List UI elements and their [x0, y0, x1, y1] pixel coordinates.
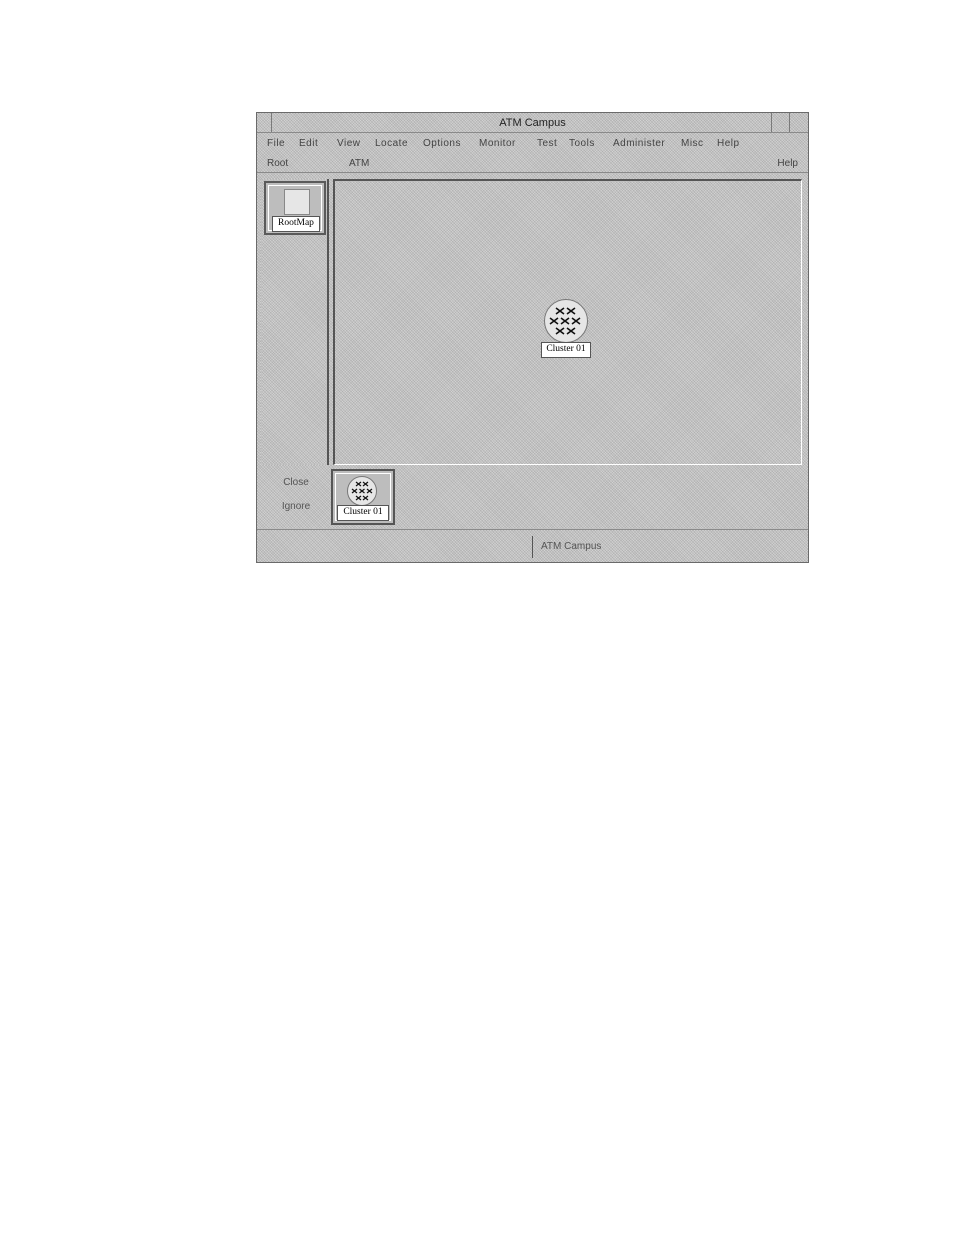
- window-title: ATM Campus: [499, 117, 566, 129]
- menu-test[interactable]: Test: [537, 138, 557, 149]
- breadcrumb-root[interactable]: Root: [267, 158, 288, 169]
- tray-item-cluster[interactable]: Cluster 01: [331, 469, 395, 525]
- menu-options[interactable]: Options: [423, 138, 461, 149]
- menu-file[interactable]: File: [267, 138, 285, 149]
- menu-administer[interactable]: Administer: [613, 138, 665, 149]
- cluster-label: Cluster 01: [541, 342, 591, 358]
- path-bar: Root ATM Help: [257, 153, 808, 173]
- breadcrumb-atm[interactable]: ATM: [349, 158, 369, 169]
- status-left: [261, 536, 533, 558]
- atm-switch-icon: [549, 307, 581, 335]
- tree-node-label: RootMap: [272, 216, 320, 232]
- tree-node-rootmap[interactable]: RootMap: [264, 181, 326, 235]
- title-bar[interactable]: ATM Campus: [257, 113, 808, 133]
- menu-view[interactable]: View: [337, 138, 361, 149]
- menu-edit[interactable]: Edit: [299, 138, 318, 149]
- minimize-button[interactable]: [771, 113, 790, 132]
- ignore-button[interactable]: Ignore: [271, 501, 321, 512]
- menu-help[interactable]: Help: [717, 138, 740, 149]
- cluster-symbol[interactable]: Cluster 01: [541, 299, 591, 369]
- menu-misc[interactable]: Misc: [681, 138, 704, 149]
- atm-switch-icon: [351, 481, 373, 501]
- menu-bar: File Edit View Locate Options Monitor Te…: [257, 133, 808, 153]
- status-right: ATM Campus: [541, 541, 602, 552]
- tree-panel: RootMap: [261, 179, 329, 465]
- map-icon: [284, 189, 310, 215]
- menu-monitor[interactable]: Monitor: [479, 138, 516, 149]
- menu-tools[interactable]: Tools: [569, 138, 595, 149]
- tray-item-label: Cluster 01: [337, 505, 389, 521]
- map-canvas[interactable]: Cluster 01: [333, 179, 802, 465]
- tray-controls: Close Ignore: [261, 469, 329, 523]
- close-button[interactable]: Close: [271, 477, 321, 488]
- menu-locate[interactable]: Locate: [375, 138, 408, 149]
- maximize-button[interactable]: [789, 113, 808, 132]
- status-bar: ATM Campus: [257, 529, 808, 562]
- help-link[interactable]: Help: [777, 158, 798, 169]
- app-window: ATM Campus File Edit View Locate Options…: [256, 112, 809, 563]
